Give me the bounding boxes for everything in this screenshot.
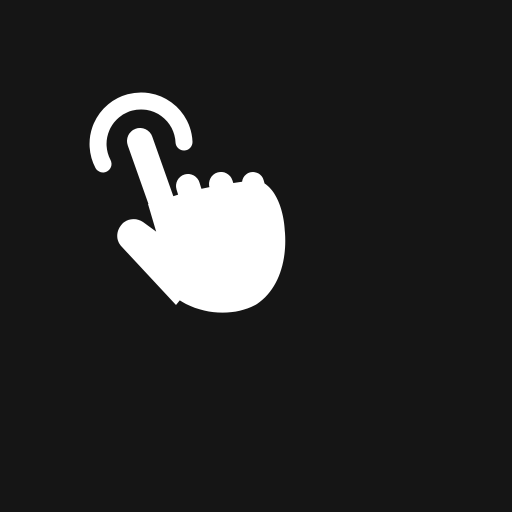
tap-gesture-icon [0, 0, 512, 512]
icon-canvas [0, 0, 512, 512]
tap-gesture-svg [89, 92, 286, 313]
